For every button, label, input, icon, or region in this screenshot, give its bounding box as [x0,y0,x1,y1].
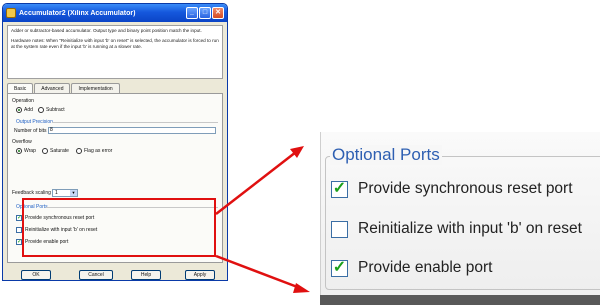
enable-label: Provide enable port [358,259,493,276]
reinit-label: Reinitialize with input 'b' on reset [358,220,582,237]
optional-ports-title: Optional Ports [330,145,442,165]
arrow-up-line [215,151,297,215]
zoom-bottom-bar [320,295,600,305]
sync-reset-label: Provide synchronous reset port [358,180,573,197]
checkbox-sync-reset[interactable]: ✓ [331,181,348,198]
checkbox-reinit[interactable] [331,221,348,238]
arrow-down-head [293,283,310,293]
checkbox-enable[interactable]: ✓ [331,260,348,277]
arrow-down-line [215,254,301,290]
